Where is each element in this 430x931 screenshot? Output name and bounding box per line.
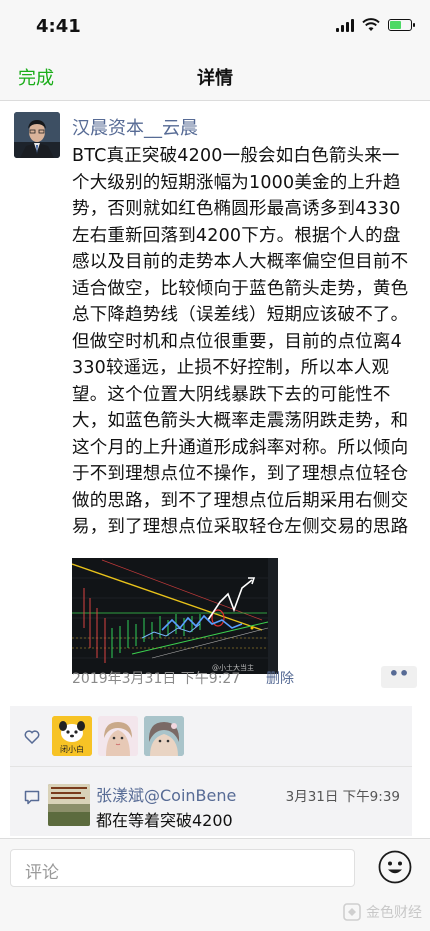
post-chart-image[interactable]: @小土大当主: [72, 558, 278, 674]
status-icons: [336, 18, 415, 32]
watermark: 金色财经: [342, 902, 422, 922]
emoji-icon[interactable]: [378, 850, 412, 884]
more-options-button[interactable]: ••: [381, 666, 417, 688]
interaction-panel: 闭小白 张漾斌@CoinBene 3月31日 下午9:39 都在等着突破4200: [10, 706, 412, 836]
liker-avatar[interactable]: 闭小白: [52, 716, 92, 756]
wifi-icon: [362, 18, 380, 31]
post-author[interactable]: 汉晨资本__云晨: [72, 114, 198, 140]
liker-avatar[interactable]: [144, 716, 184, 756]
nav-bar: 完成 详情: [0, 52, 430, 101]
liker-caption: 闭小白: [60, 745, 84, 754]
status-bar: 4:41: [0, 0, 430, 52]
comment-text: 都在等着突破4200: [96, 811, 233, 830]
comment-input-placeholder: 评论: [25, 863, 59, 883]
battery-icon: [388, 19, 415, 31]
page-title: 详情: [197, 68, 233, 89]
liker-avatar[interactable]: [98, 716, 138, 756]
done-button[interactable]: 完成: [18, 64, 54, 90]
status-time: 4:41: [36, 16, 81, 37]
commenter-avatar[interactable]: [48, 784, 90, 826]
watermark-text: 金色财经: [366, 905, 422, 921]
post-date: 2019年3月31日 下午9:27: [72, 671, 241, 687]
post-meta: 2019年3月31日 下午9:27 删除 ••: [72, 666, 417, 688]
heart-icon: [24, 730, 40, 744]
cellular-signal-icon: [336, 18, 354, 32]
comment-input[interactable]: 评论: [10, 849, 355, 887]
home-indicator-area: 金色财经: [0, 896, 430, 931]
likes-row: 闭小白: [10, 706, 412, 767]
post-text: BTC真正突破4200一般会如白色箭头来一个大级别的短期涨幅为1000美金的上升…: [72, 146, 409, 537]
watermark-logo-icon: [343, 903, 361, 921]
author-avatar[interactable]: [14, 112, 60, 158]
comment-input-bar: 评论: [0, 838, 430, 897]
comment-bubble-icon: [24, 790, 40, 805]
comment-item[interactable]: 张漾斌@CoinBene 3月31日 下午9:39 都在等着突破4200: [10, 778, 412, 836]
commenter-name[interactable]: 张漾斌@CoinBene: [96, 782, 236, 806]
delete-button[interactable]: 删除: [266, 668, 294, 688]
comment-time: 3月31日 下午9:39: [285, 789, 400, 805]
